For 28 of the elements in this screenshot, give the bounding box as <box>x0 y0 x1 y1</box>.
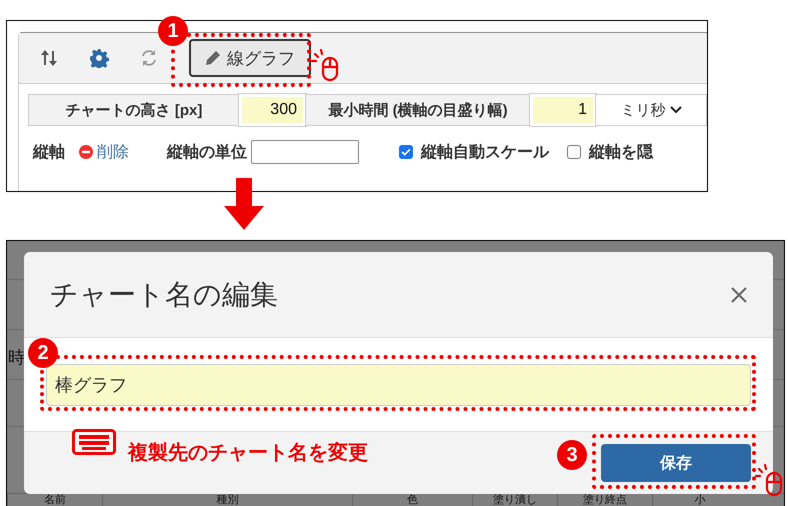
chevron-down-icon <box>670 105 682 115</box>
table-cell-text: 時 <box>8 347 25 369</box>
axis-unit-label: 縦軸の単位 <box>167 142 247 162</box>
unit-select[interactable]: ミリ秒 <box>595 94 707 126</box>
axis-label: 縦軸 <box>33 142 65 162</box>
annotation-note: 複製先のチャート名を変更 <box>128 440 368 466</box>
down-arrow-icon <box>224 178 264 230</box>
chart-name-field[interactable]: 棒グラフ <box>46 364 751 406</box>
chart-type-button[interactable]: 線グラフ <box>189 39 311 77</box>
mouse-click-icon <box>755 463 785 497</box>
checkbox[interactable] <box>567 145 581 159</box>
settings-icon[interactable] <box>89 48 109 68</box>
chart-height-label: チャートの高さ [px] <box>28 94 240 126</box>
close-icon[interactable] <box>731 286 747 302</box>
checkbox[interactable] <box>399 145 413 159</box>
axis-unit-field[interactable] <box>251 140 359 164</box>
min-time-field[interactable]: 1 <box>530 94 596 126</box>
checkbox-label: 縦軸自動スケール <box>421 142 549 162</box>
chart-height-field[interactable]: 300 <box>239 94 306 126</box>
pencil-icon <box>205 50 221 66</box>
checkbox-label: 縦軸を隠 <box>589 142 653 162</box>
dialog-title: チャート名の編集 <box>50 278 278 312</box>
delete-link[interactable]: 削除 <box>97 142 129 162</box>
sort-arrows-icon[interactable] <box>39 48 59 68</box>
save-button[interactable]: 保存 <box>601 444 751 482</box>
remove-icon[interactable] <box>79 145 93 159</box>
min-time-label: 最小時間 (横軸の目盛り幅) <box>305 94 531 126</box>
refresh-icon[interactable] <box>139 48 159 68</box>
